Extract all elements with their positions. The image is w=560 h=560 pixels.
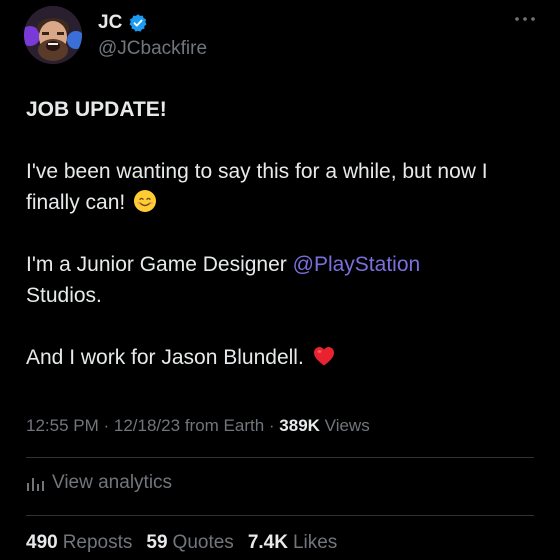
author-names: JC @JCbackfire — [98, 10, 207, 60]
smiling-face-emoji-icon — [134, 190, 157, 212]
likes-label: Likes — [292, 532, 338, 553]
avatar[interactable] — [24, 6, 82, 64]
tweet-metadata: 12:55 PM · 12/18/23 from Earth · 389K Vi… — [26, 416, 370, 436]
quotes-stat[interactable]: 59 Quotes — [146, 532, 233, 554]
divider — [26, 515, 534, 516]
likes-count: 7.4K — [247, 532, 288, 553]
engagement-stats: 490 Reposts 59 Quotes 7.4K Likes — [26, 532, 337, 554]
meta-separator: · — [268, 416, 280, 435]
views-count: 389K — [279, 416, 320, 435]
view-analytics-button[interactable]: View analytics — [26, 472, 172, 494]
tweet-line-2: I'm a Junior Game Designer @PlayStation S… — [26, 249, 536, 311]
tweet-headline: JOB UPDATE! — [26, 98, 167, 121]
tweet-time[interactable]: 12:55 PM — [26, 416, 99, 435]
tweet-header: JC @JCbackfire — [24, 4, 536, 66]
reposts-label: Reposts — [62, 532, 133, 553]
more-options-icon[interactable] — [514, 12, 536, 26]
tweet-source: from Earth — [184, 416, 265, 435]
tweet-line-2-suffix: Studios. — [26, 284, 102, 307]
divider — [26, 457, 534, 458]
display-name[interactable]: JC — [98, 12, 122, 34]
tweet-line-3-text: And I work for Jason Blundell. — [26, 346, 304, 369]
tweet-line-3: And I work for Jason Blundell. — [26, 342, 536, 373]
avatar-image — [24, 6, 82, 64]
quotes-count: 59 — [146, 532, 168, 553]
tweet-text: JOB UPDATE! I've been wanting to say thi… — [26, 94, 536, 373]
view-analytics-label: View analytics — [52, 472, 173, 493]
mention-link[interactable]: @PlayStation — [293, 253, 421, 276]
reposts-count: 490 — [26, 532, 58, 553]
red-heart-emoji-icon — [313, 347, 334, 366]
meta-separator: · — [103, 416, 114, 435]
views-label: Views — [324, 416, 370, 435]
analytics-icon — [27, 478, 44, 491]
tweet-line-2-prefix: I'm a Junior Game Designer — [26, 253, 293, 276]
tweet-line-1-text: I've been wanting to say this for a whil… — [26, 160, 488, 214]
quotes-label: Quotes — [172, 532, 234, 553]
tweet-date[interactable]: 12/18/23 — [114, 416, 180, 435]
display-name-row: JC — [98, 10, 207, 36]
handle[interactable]: @JCbackfire — [98, 38, 207, 60]
reposts-stat[interactable]: 490 Reposts — [26, 532, 132, 554]
verified-badge-icon[interactable] — [128, 13, 148, 33]
likes-stat[interactable]: 7.4K Likes — [248, 532, 338, 554]
tweet-line-1: I've been wanting to say this for a whil… — [26, 156, 536, 218]
